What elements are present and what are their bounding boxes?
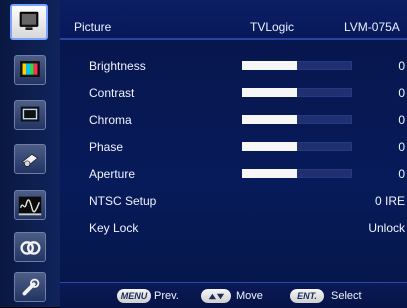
aperture-slider-fill <box>242 169 297 178</box>
phase-label: Phase <box>89 140 124 154</box>
aperture-slider[interactable] <box>242 169 352 178</box>
contrast-slider[interactable] <box>242 88 352 97</box>
waveform-icon <box>18 196 42 216</box>
link-rings-icon <box>20 241 41 255</box>
picture-monitor-icon <box>19 11 39 30</box>
osd-footer: MENU Prev. Move ENT. Select <box>60 282 407 308</box>
picture-menu-button[interactable] <box>10 4 48 40</box>
phase-value: 0 <box>398 140 405 154</box>
color-test-pattern-icon <box>20 61 40 77</box>
menu-row-aperture[interactable]: Aperture 0 <box>60 161 407 187</box>
ntsc-setup-value: 0 IRE <box>374 194 405 208</box>
phase-slider[interactable] <box>242 142 352 151</box>
marker-frame-icon <box>20 106 40 122</box>
brand-label: TVLogic <box>250 20 295 34</box>
chroma-slider[interactable] <box>242 115 352 124</box>
ntsc-setup-label: NTSC Setup <box>89 194 157 208</box>
page-title: Picture <box>74 20 112 34</box>
move-action-label: Move <box>236 290 263 302</box>
menu-row-key-lock[interactable]: Key Lock Unlock <box>60 215 407 241</box>
move-key-button[interactable] <box>201 289 231 303</box>
contrast-label: Contrast <box>89 86 135 100</box>
prev-action-label: Prev. <box>154 290 179 302</box>
chroma-value: 0 <box>398 113 405 127</box>
contrast-slider-fill <box>242 88 297 97</box>
ent-key-button[interactable]: ENT. <box>290 289 324 303</box>
chroma-slider-fill <box>242 115 297 124</box>
wrench-tools-icon <box>22 278 40 296</box>
menu-row-contrast[interactable]: Contrast 0 <box>60 80 407 106</box>
brightness-slider-fill <box>242 61 297 70</box>
up-down-arrows-icon <box>208 293 225 299</box>
brightness-slider[interactable] <box>242 61 352 70</box>
tools-menu-button[interactable] <box>14 272 46 302</box>
menu-row-phase[interactable]: Phase 0 <box>60 134 407 160</box>
chroma-label: Chroma <box>89 113 132 127</box>
menu-row-chroma[interactable]: Chroma 0 <box>60 107 407 133</box>
contrast-value: 0 <box>398 86 405 100</box>
audio-menu-button[interactable] <box>14 144 46 174</box>
select-action-label: Select <box>331 290 362 302</box>
model-label: LVM-075A <box>344 20 400 34</box>
osd-titlebar: Picture TVLogic LVM-075A <box>60 0 407 40</box>
audio-speaker-icon <box>22 153 38 167</box>
brightness-value: 0 <box>398 59 405 73</box>
color-menu-button[interactable] <box>14 55 46 85</box>
marker-menu-button[interactable] <box>14 100 46 130</box>
menu-row-ntsc-setup[interactable]: NTSC Setup 0 IRE <box>60 188 407 214</box>
phase-slider-fill <box>242 142 297 151</box>
aperture-value: 0 <box>398 167 405 181</box>
key-lock-value: Unlock <box>368 221 405 235</box>
key-lock-label: Key Lock <box>89 221 139 235</box>
menu-key-button[interactable]: MENU <box>117 289 151 303</box>
menu-key-label: MENU <box>120 291 148 301</box>
waveform-menu-button[interactable] <box>14 190 46 220</box>
link-menu-button[interactable] <box>14 232 46 262</box>
osd-sidebar <box>0 0 60 307</box>
osd-panel: Picture TVLogic LVM-075A Brightness 0 Co… <box>60 0 407 308</box>
ent-key-label: ENT. <box>297 291 317 301</box>
menu-row-brightness[interactable]: Brightness 0 <box>60 53 407 79</box>
aperture-label: Aperture <box>89 167 136 181</box>
brightness-label: Brightness <box>89 59 146 73</box>
